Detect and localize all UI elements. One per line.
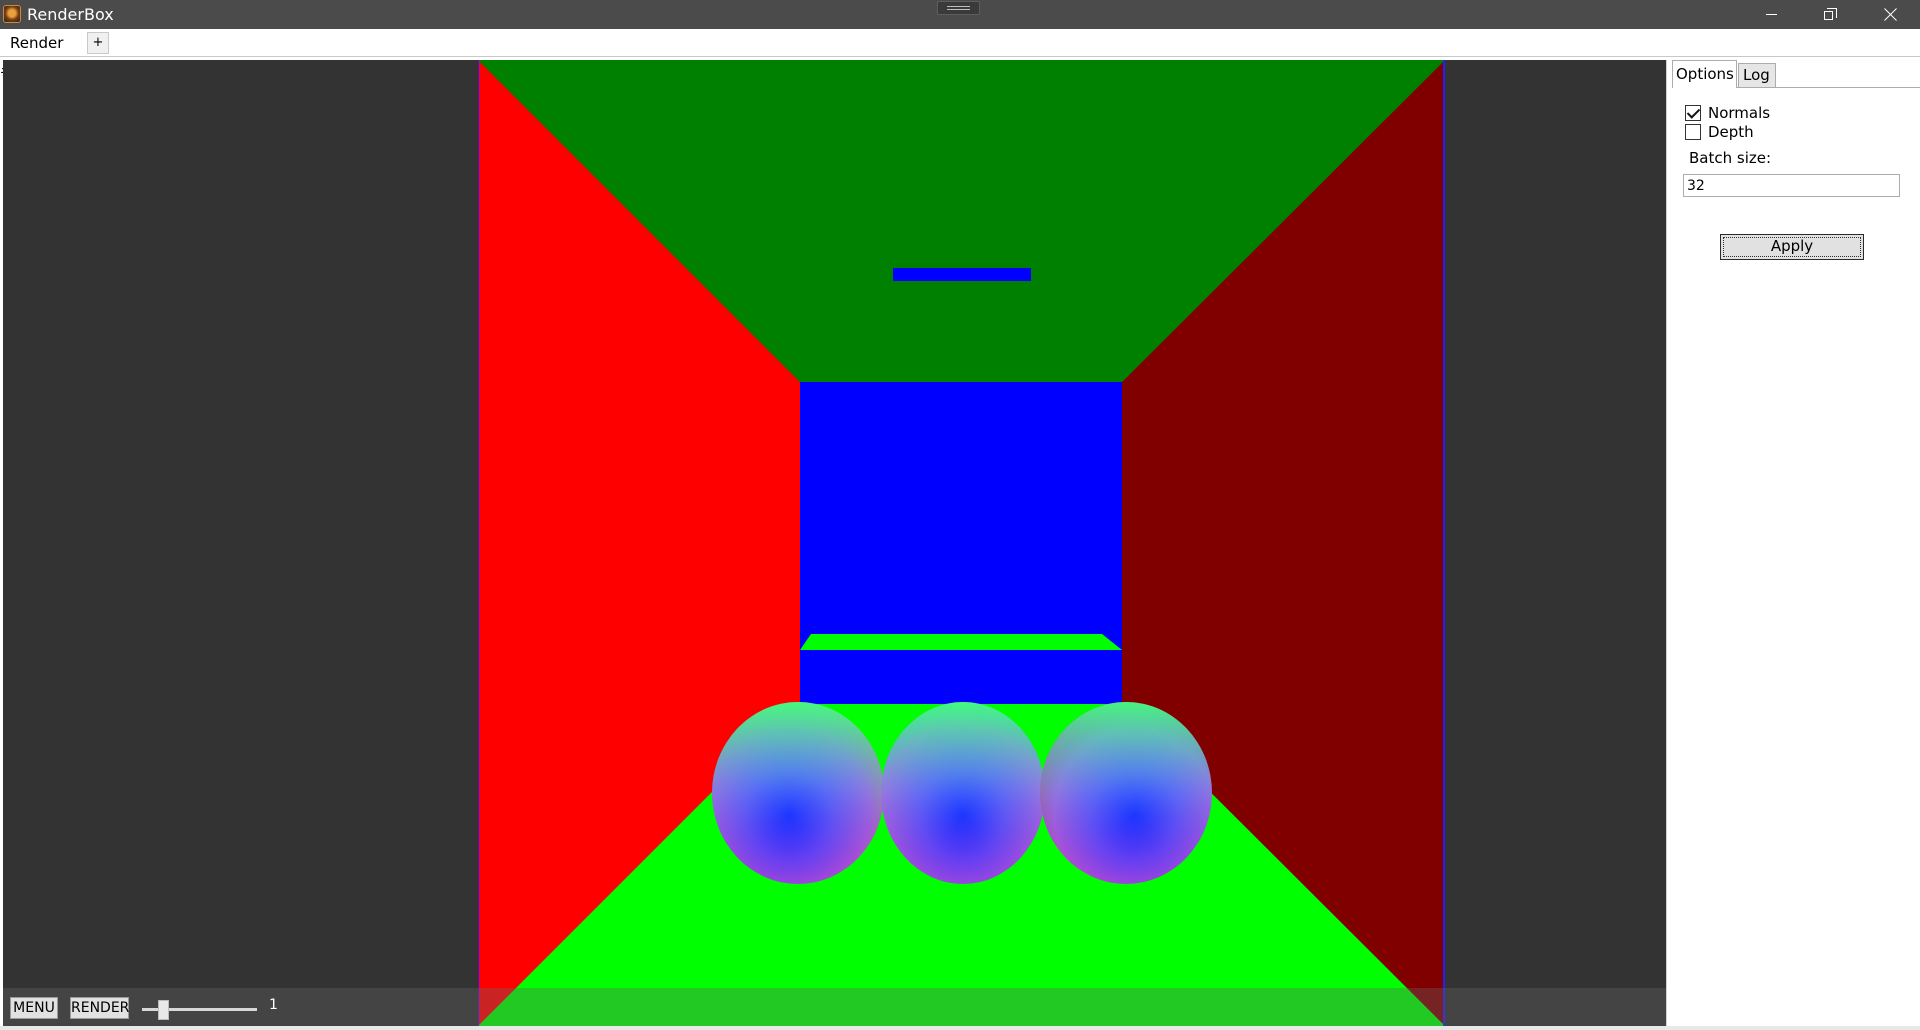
- normals-checkbox[interactable]: [1685, 105, 1701, 121]
- depth-checkbox[interactable]: [1685, 124, 1701, 140]
- box-front: [800, 650, 1122, 704]
- window-bottom-edge: [0, 1026, 1920, 1030]
- close-icon[interactable]: [1858, 0, 1920, 29]
- options-panel: [1666, 60, 1920, 1026]
- slider-thumb[interactable]: [158, 1000, 169, 1020]
- menu-button[interactable]: MENU: [10, 997, 58, 1019]
- slider-value: 1: [269, 997, 278, 1013]
- window-title: RenderBox: [27, 5, 114, 24]
- render-image: [478, 60, 1445, 1026]
- render-button[interactable]: RENDER: [70, 997, 129, 1019]
- restore-icon[interactable]: [1800, 0, 1858, 29]
- minimize-icon[interactable]: [1742, 0, 1800, 29]
- render-viewport[interactable]: MENU RENDER 1: [3, 60, 1666, 1026]
- sphere-left: [712, 702, 884, 884]
- title-bar: RenderBox: [0, 0, 1920, 29]
- batch-size-label: Batch size:: [1689, 149, 1772, 167]
- tab-strip-divider: [0, 56, 1920, 57]
- tab-log[interactable]: Log: [1738, 63, 1776, 88]
- ceiling-light: [893, 268, 1031, 281]
- batch-size-input[interactable]: [1683, 174, 1900, 197]
- tab-options[interactable]: Options: [1672, 60, 1737, 88]
- sphere-middle: [881, 702, 1045, 884]
- add-tab-button[interactable]: +: [87, 32, 109, 54]
- tab-render-1[interactable]: Render #1: [0, 29, 86, 80]
- sphere-right: [1040, 702, 1212, 884]
- viewport-toolbar: MENU RENDER 1: [3, 988, 1666, 1026]
- drag-handle-icon[interactable]: [937, 1, 980, 15]
- box-top: [800, 634, 1122, 650]
- depth-label: Depth: [1708, 123, 1754, 141]
- app-logo-icon: [3, 5, 21, 23]
- apply-button[interactable]: Apply: [1720, 234, 1864, 260]
- normals-label: Normals: [1708, 104, 1771, 122]
